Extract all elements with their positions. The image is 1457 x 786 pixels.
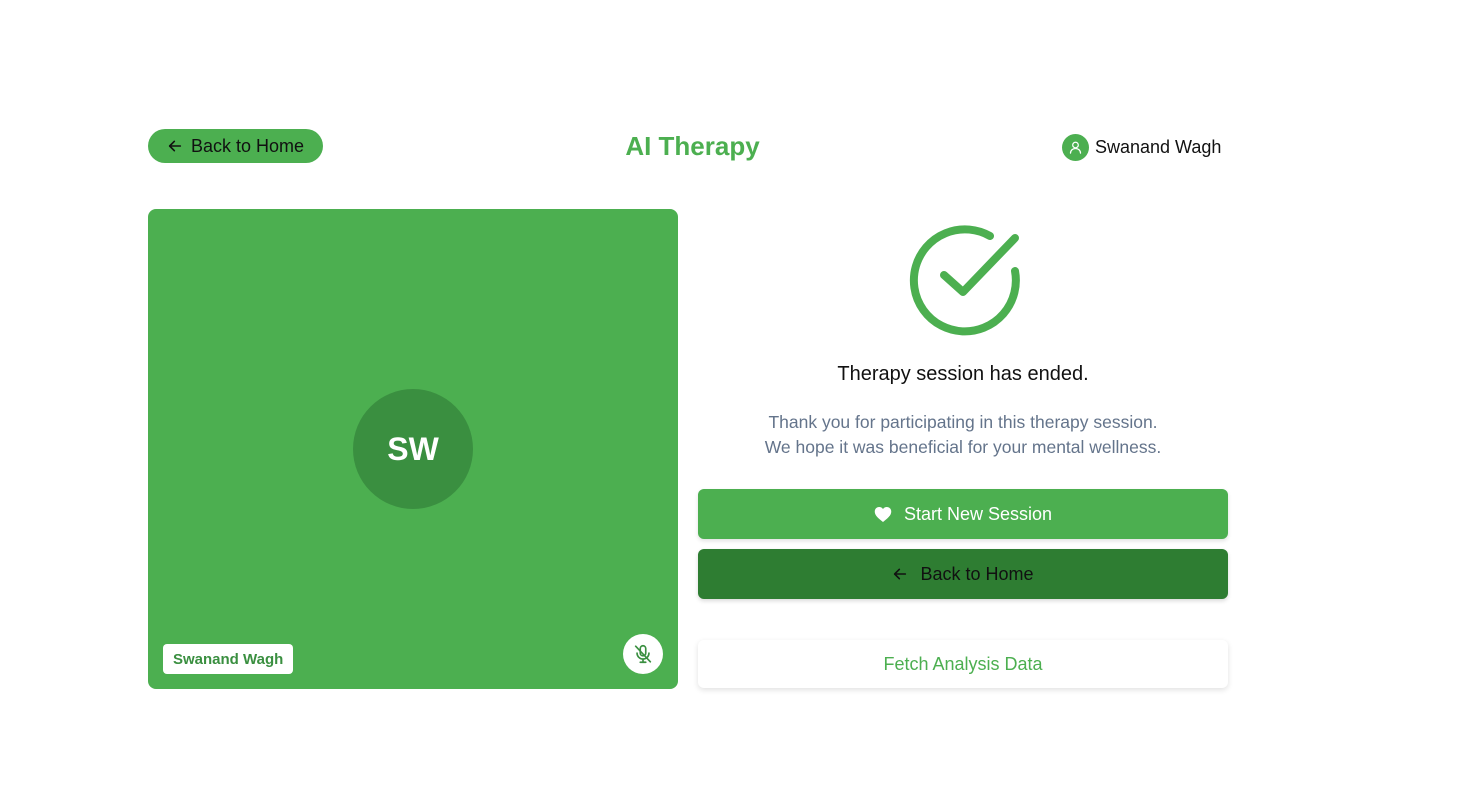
back-to-home-button[interactable]: Back to Home — [698, 549, 1228, 599]
start-new-session-label: Start New Session — [903, 503, 1053, 524]
user-profile[interactable]: Swanand Wagh — [1062, 133, 1221, 161]
fetch-analysis-data-label: Fetch Analysis Data — [883, 653, 1043, 674]
back-to-home-pill-label: Back to Home — [190, 135, 305, 156]
fetch-analysis-data-button[interactable]: Fetch Analysis Data — [698, 640, 1228, 688]
session-ended-message-line-1: Thank you for participating in this ther… — [768, 412, 1158, 432]
user-icon — [1069, 141, 1082, 154]
session-ended-message: Thank you for participating in this ther… — [698, 410, 1228, 460]
user-name: Swanand Wagh — [1095, 136, 1222, 157]
arrow-left-icon — [168, 140, 182, 152]
session-ended-title: Therapy session has ended. — [837, 363, 1089, 385]
session-ended-page: Back to Home AI Therapy Swanand Wagh SW … — [0, 0, 1457, 786]
mic-off-icon — [634, 644, 652, 664]
app-title: AI Therapy — [625, 131, 760, 161]
participant-name-tag: Swanand Wagh — [163, 644, 294, 674]
back-to-home-label: Back to Home — [920, 563, 1034, 584]
participant-avatar: SW — [353, 389, 473, 509]
participant-video-tile: SW Swanand Wagh — [148, 209, 678, 689]
session-ended-message-line-2: We hope it was beneficial for your menta… — [764, 437, 1162, 457]
check-circle-icon — [909, 225, 1020, 336]
arrow-left-icon — [894, 568, 907, 580]
user-avatar — [1062, 133, 1089, 161]
back-to-home-pill-button[interactable]: Back to Home — [148, 129, 323, 163]
start-new-session-button[interactable]: Start New Session — [698, 489, 1228, 539]
mic-toggle-button[interactable] — [623, 634, 663, 674]
heart-icon — [874, 506, 892, 522]
